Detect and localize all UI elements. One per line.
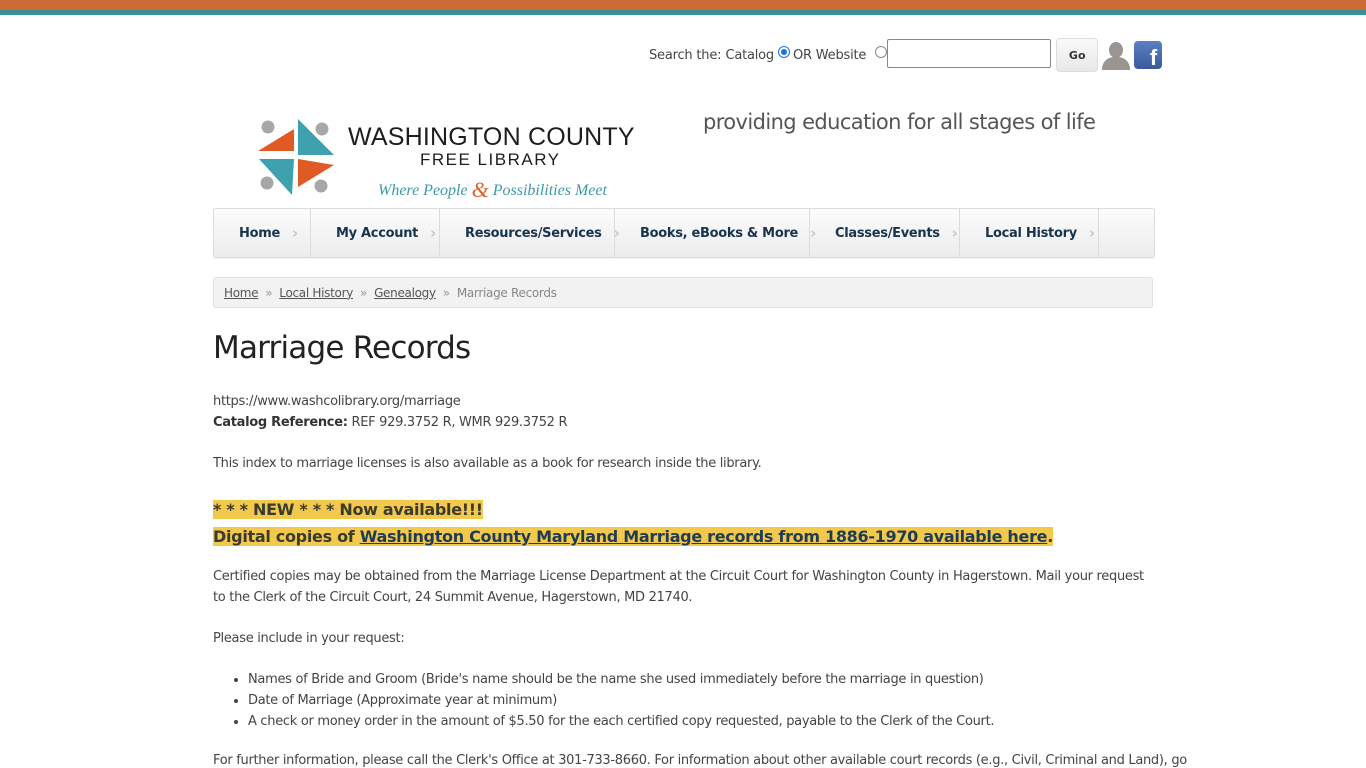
user-head-shape [1109, 42, 1124, 58]
main-content: Marriage Records https://www.washcolibra… [213, 330, 1187, 768]
top-accent-bar-teal [0, 10, 1366, 15]
search-radio-catalog[interactable] [777, 46, 790, 58]
catalog-reference: Catalog Reference: REF 929.3752 R, WMR 9… [213, 412, 1158, 433]
library-logo[interactable]: WASHINGTON COUNTY FREE LIBRARY Where Peo… [256, 117, 648, 202]
breadcrumb-separator: » [442, 285, 450, 300]
chevron-right-icon: › [430, 224, 436, 242]
nav-item-resources-services[interactable]: Resources/Services › [440, 209, 620, 257]
logo-tag-part1: Where People [378, 182, 468, 199]
further-info-text: For further information, please call the… [213, 753, 1187, 768]
digital-copies-suffix: . [1047, 527, 1053, 546]
logo-dot-tr [315, 122, 329, 136]
search-option-catalog-label: Catalog [725, 47, 774, 63]
facebook-icon[interactable]: f [1134, 41, 1163, 69]
list-item: Date of Marriage (Approximate year at mi… [248, 690, 1158, 711]
user-account-icon[interactable] [1101, 40, 1131, 70]
logo-dot-br [314, 179, 328, 193]
nav-item-my-account[interactable]: My Account › [311, 209, 440, 257]
nav-label: Resources/Services [465, 225, 602, 241]
logo-tag-ampersand: & [471, 177, 489, 202]
chevron-right-icon: › [1088, 224, 1095, 242]
main-nav: Home › My Account › Resources/Services › Bo… [213, 208, 1155, 258]
certified-copies-text: Certified copies may be obtained from th… [213, 569, 1144, 605]
chevron-right-icon: › [291, 224, 298, 242]
search-radio-website[interactable] [875, 46, 888, 58]
logo-title: WASHINGTON COUNTY [348, 123, 635, 151]
include-intro: Please include in your request: [213, 631, 405, 646]
nav-item-books-ebooks[interactable]: Books, eBooks & More › [615, 209, 816, 257]
breadcrumb-home[interactable]: Home [224, 286, 259, 300]
logo-arrow-orange-left [258, 129, 294, 151]
nav-item-local-history[interactable]: Local History › [960, 209, 1099, 257]
page-title: Marriage Records [213, 330, 471, 366]
breadcrumb-separator: » [265, 285, 273, 300]
chevron-right-icon: › [951, 224, 958, 242]
search-input[interactable] [887, 38, 1052, 68]
logo-arrow-teal-top [298, 119, 334, 155]
list-item: Names of Bride and Groom (Bride's name s… [248, 669, 1158, 690]
breadcrumb-separator: » [360, 285, 368, 300]
digital-copies-prefix: Digital copies of [213, 527, 360, 546]
breadcrumb-current: Marriage Records [456, 285, 557, 300]
nav-label: Home [239, 225, 280, 241]
site-tagline: providing education for all stages of li… [703, 110, 1096, 134]
logo-tagline: Where People & Possibilities Meet [378, 175, 607, 202]
site-search: Search the: Catalog OR Website Go f [649, 38, 1163, 72]
user-body-shape [1102, 57, 1131, 70]
new-banner: * * * NEW * * * Now available!!! [213, 500, 483, 519]
nav-item-home[interactable]: Home › [214, 209, 311, 257]
catalog-reference-label: Catalog Reference: [213, 415, 348, 430]
nav-label: My Account [336, 225, 419, 241]
logo-mark-icon [258, 119, 334, 195]
catalog-reference-value: REF 929.3752 R, WMR 929.3752 R [351, 415, 568, 430]
logo-arrow-teal-bottom [259, 159, 294, 195]
requirements-list: Names of Bride and Groom (Bride's name s… [248, 669, 1158, 732]
index-note: This index to marriage licenses is also … [213, 456, 762, 471]
logo-subtitle: FREE LIBRARY [420, 150, 561, 169]
digital-records-link[interactable]: Washington County Maryland Marriage reco… [360, 527, 1048, 546]
logo-dot-tl [261, 120, 275, 134]
digital-copies-line: Digital copies of Washington County Mary… [213, 527, 1053, 546]
logo-tag-part2: Possibilities Meet [492, 182, 607, 199]
nav-label: Classes/Events [835, 225, 940, 241]
nav-item-classes-events[interactable]: Classes/Events › [810, 209, 960, 257]
nav-label: Local History [985, 225, 1077, 241]
breadcrumb: Home » Local History » Genealogy » Marri… [213, 277, 1153, 308]
search-go-button[interactable]: Go [1056, 38, 1099, 72]
list-item: A check or money order in the amount of … [248, 711, 1158, 732]
nav-label: Books, eBooks & More [640, 225, 799, 241]
search-option-website-label: OR Website [792, 47, 867, 63]
page-url: https://www.washcolibrary.org/marriage [213, 394, 461, 409]
search-label: Search the: [649, 47, 722, 63]
top-accent-bar-orange [0, 0, 1366, 10]
logo-dot-bl [260, 176, 274, 190]
new-announcement: * * * NEW * * * Now available!!! Digital… [213, 496, 1158, 550]
breadcrumb-genealogy[interactable]: Genealogy [374, 286, 436, 300]
breadcrumb-local-history[interactable]: Local History [279, 286, 353, 300]
